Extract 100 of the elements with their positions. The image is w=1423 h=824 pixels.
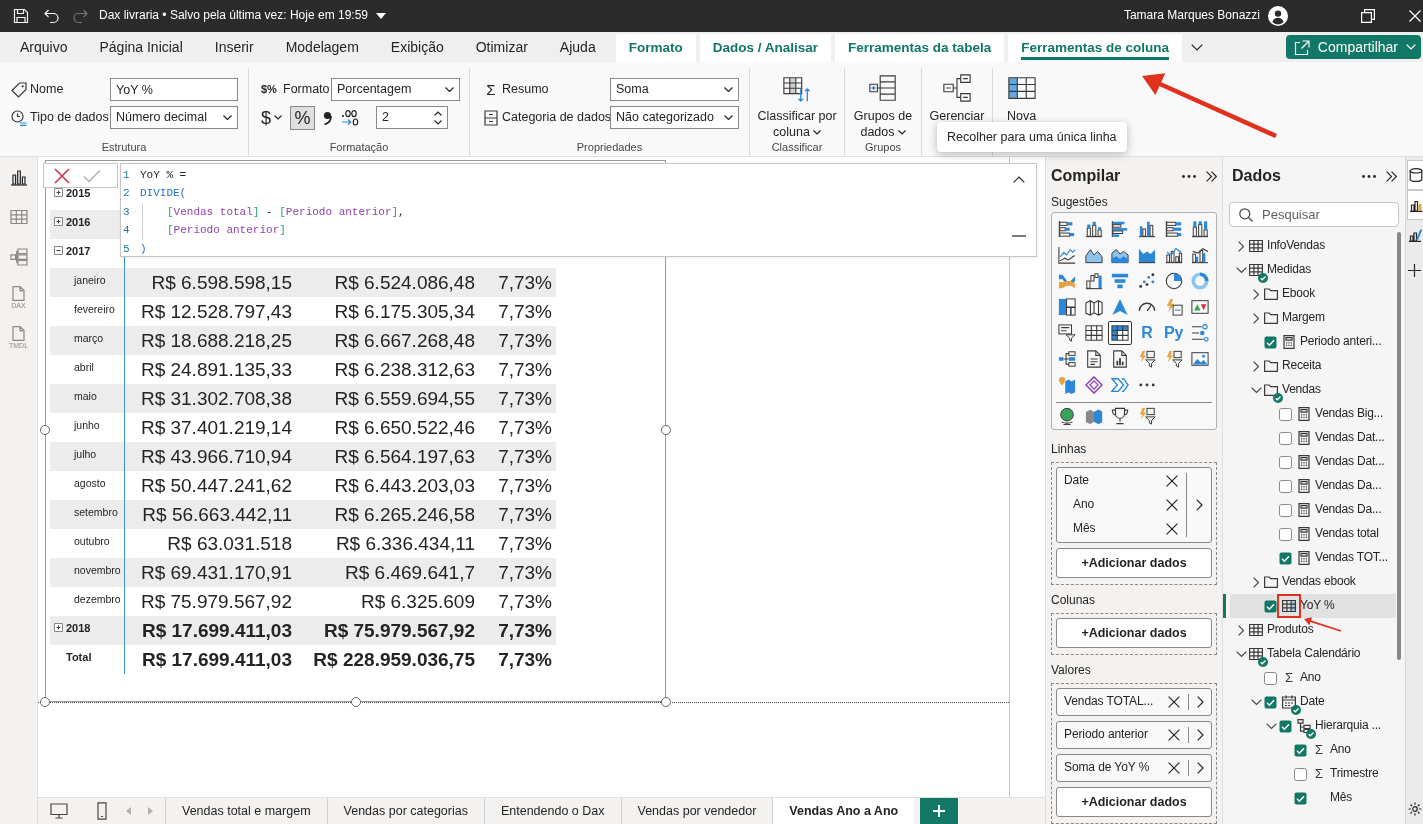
- tree-item[interactable]: Vendas Dat...: [1223, 450, 1396, 474]
- chevron-up-icon[interactable]: [1013, 176, 1025, 183]
- ribbon-tab[interactable]: Ajuda: [543, 32, 612, 62]
- page-tab[interactable]: Vendas por categorias: [326, 798, 484, 824]
- formula-editor[interactable]: 1 YoY % = 2 DIVIDE( 3 [Vendas total] - [Periodo anterior], 4 [Periodo anterior] 5 ): [120, 163, 1037, 257]
- decimal-places-field[interactable]: 2: [376, 106, 448, 129]
- tree-item[interactable]: Hierarquia ...: [1223, 714, 1396, 738]
- manage-button[interactable]: Gerenciar: [926, 73, 988, 124]
- chevron-right-icon[interactable]: [1253, 312, 1260, 324]
- resize-handle[interactable]: [661, 697, 671, 707]
- waterfall-chart-icon[interactable]: [1084, 272, 1103, 290]
- tree-item[interactable]: Σ Ano: [1223, 738, 1396, 762]
- checkbox[interactable]: [1279, 431, 1292, 445]
- line-chart-icon[interactable]: [1058, 246, 1077, 264]
- field-group[interactable]: Date Ano Mês: [1056, 467, 1212, 543]
- remove-icon[interactable]: [1168, 729, 1180, 741]
- filter-list-icon[interactable]: [1058, 324, 1077, 342]
- pane-toggle-button[interactable]: [1406, 190, 1423, 220]
- minus-box-icon[interactable]: [54, 246, 63, 255]
- page-tab[interactable]: Entendendo o Dax: [483, 798, 621, 824]
- remove-icon[interactable]: [1166, 523, 1178, 535]
- data-type-dropdown[interactable]: Número decimal: [110, 106, 238, 129]
- add-page-button[interactable]: [920, 798, 959, 824]
- remove-icon[interactable]: [1166, 499, 1178, 511]
- caret-down-icon[interactable]: [376, 13, 386, 19]
- chevron-down-icon[interactable]: [1251, 386, 1262, 394]
- scatter-chart-icon[interactable]: [1138, 272, 1157, 290]
- area-chart-icon[interactable]: [1138, 246, 1157, 264]
- area-chart-icon[interactable]: [1111, 246, 1130, 264]
- avatar-icon[interactable]: [1268, 6, 1288, 26]
- script-visual-button[interactable]: Py: [1163, 324, 1184, 342]
- double-chevron-icon[interactable]: [1206, 170, 1217, 182]
- checkbox[interactable]: [1279, 719, 1292, 733]
- chevron-right-icon[interactable]: [1253, 360, 1260, 372]
- category-dropdown[interactable]: Não categorizado: [610, 106, 739, 129]
- tree-item[interactable]: Σ Ano: [1223, 666, 1396, 690]
- checkbox[interactable]: [1264, 695, 1277, 709]
- ribbon-tab[interactable]: Ferramentas de coluna: [1008, 34, 1183, 62]
- field-chip[interactable]: Vendas TOTAL...: [1056, 688, 1212, 716]
- tree-item[interactable]: Vendas TOT...: [1223, 546, 1396, 570]
- format-dropdown[interactable]: Porcentagem: [331, 78, 460, 101]
- globe-icon[interactable]: [1058, 407, 1077, 425]
- tree-item[interactable]: Margem: [1223, 306, 1396, 330]
- tree-item[interactable]: Vendas ebook: [1223, 570, 1396, 594]
- chevron-right-icon[interactable]: [1253, 288, 1260, 300]
- page-tab[interactable]: Vendas total e margem: [165, 798, 327, 824]
- donut-chart-icon[interactable]: [1191, 272, 1210, 290]
- sort-by-column-button[interactable]: Classificar por coluna: [753, 73, 841, 140]
- matrix-icon[interactable]: [1108, 321, 1133, 345]
- data-groups-button[interactable]: Grupos de dados: [850, 73, 916, 140]
- ribbon-chart-icon[interactable]: [1058, 272, 1077, 290]
- field-chip[interactable]: Periodo anterior: [1056, 721, 1212, 749]
- search-field[interactable]: Pesquisar: [1229, 202, 1399, 227]
- chevron-right-icon[interactable]: [1196, 499, 1203, 511]
- plus-box-icon[interactable]: [54, 623, 63, 632]
- trophy-icon[interactable]: [1111, 407, 1130, 425]
- chevron-right-icon[interactable]: [1197, 696, 1204, 708]
- map-pin-icon[interactable]: [1058, 376, 1077, 394]
- checkbox[interactable]: [1279, 455, 1292, 469]
- script-visual-button[interactable]: R: [1141, 324, 1153, 342]
- tree-item[interactable]: Receita: [1223, 354, 1396, 378]
- remove-icon[interactable]: [1166, 475, 1178, 487]
- phone-icon[interactable]: [97, 802, 107, 820]
- decimal-places-icon[interactable]: [341, 109, 359, 126]
- checkbox[interactable]: [1264, 599, 1277, 613]
- tree-item[interactable]: Vendas Da...: [1223, 474, 1396, 498]
- table-icon[interactable]: [1084, 324, 1103, 342]
- ribbon-tab[interactable]: Dados / Analisar: [699, 34, 831, 62]
- plus-box-icon[interactable]: [54, 188, 63, 197]
- tree-item[interactable]: Produtos: [1223, 618, 1396, 642]
- tree-item[interactable]: Tabela Calendário: [1223, 642, 1396, 666]
- chevron-down-icon[interactable]: [434, 119, 442, 125]
- gauge-icon[interactable]: [1138, 302, 1157, 312]
- ribbon-tab[interactable]: Inserir: [198, 32, 270, 62]
- kpi-triangles-icon[interactable]: [1191, 298, 1210, 316]
- tree-item[interactable]: Mês: [1223, 786, 1396, 810]
- tree-item[interactable]: Vendas total: [1223, 522, 1396, 546]
- checkbox[interactable]: [1279, 479, 1292, 493]
- chevron-down-icon[interactable]: [1236, 266, 1247, 274]
- tree-item[interactable]: Vendas: [1223, 378, 1396, 402]
- tree-diagram-icon[interactable]: [1058, 350, 1077, 368]
- resize-handle[interactable]: [40, 425, 50, 435]
- plus-icon[interactable]: [1408, 264, 1421, 277]
- tree-item[interactable]: Vendas Big...: [1223, 402, 1396, 426]
- image-icon[interactable]: [1191, 350, 1210, 368]
- more-icon[interactable]: [1182, 174, 1196, 178]
- add-data-button[interactable]: +Adicionar dados: [1056, 548, 1212, 578]
- chevron-right-icon[interactable]: [1238, 624, 1245, 636]
- double-chevron-icon[interactable]: [1386, 170, 1397, 182]
- column-chart-icon[interactable]: [1138, 220, 1157, 238]
- checkbox[interactable]: [1264, 671, 1277, 685]
- lightning-card-icon[interactable]: [1164, 298, 1183, 316]
- ribbon-tab[interactable]: Modelagem: [269, 32, 375, 62]
- chevron-right-icon[interactable]: [1253, 576, 1260, 588]
- bar-chart-icon[interactable]: [9, 168, 28, 186]
- add-data-button[interactable]: +Adicionar dados: [1056, 787, 1212, 817]
- column-chart-icon[interactable]: [1191, 220, 1210, 238]
- chevron-down-icon[interactable]: [1236, 650, 1247, 658]
- column-chart-icon[interactable]: [1084, 220, 1103, 238]
- name-input[interactable]: YoY %: [110, 78, 238, 101]
